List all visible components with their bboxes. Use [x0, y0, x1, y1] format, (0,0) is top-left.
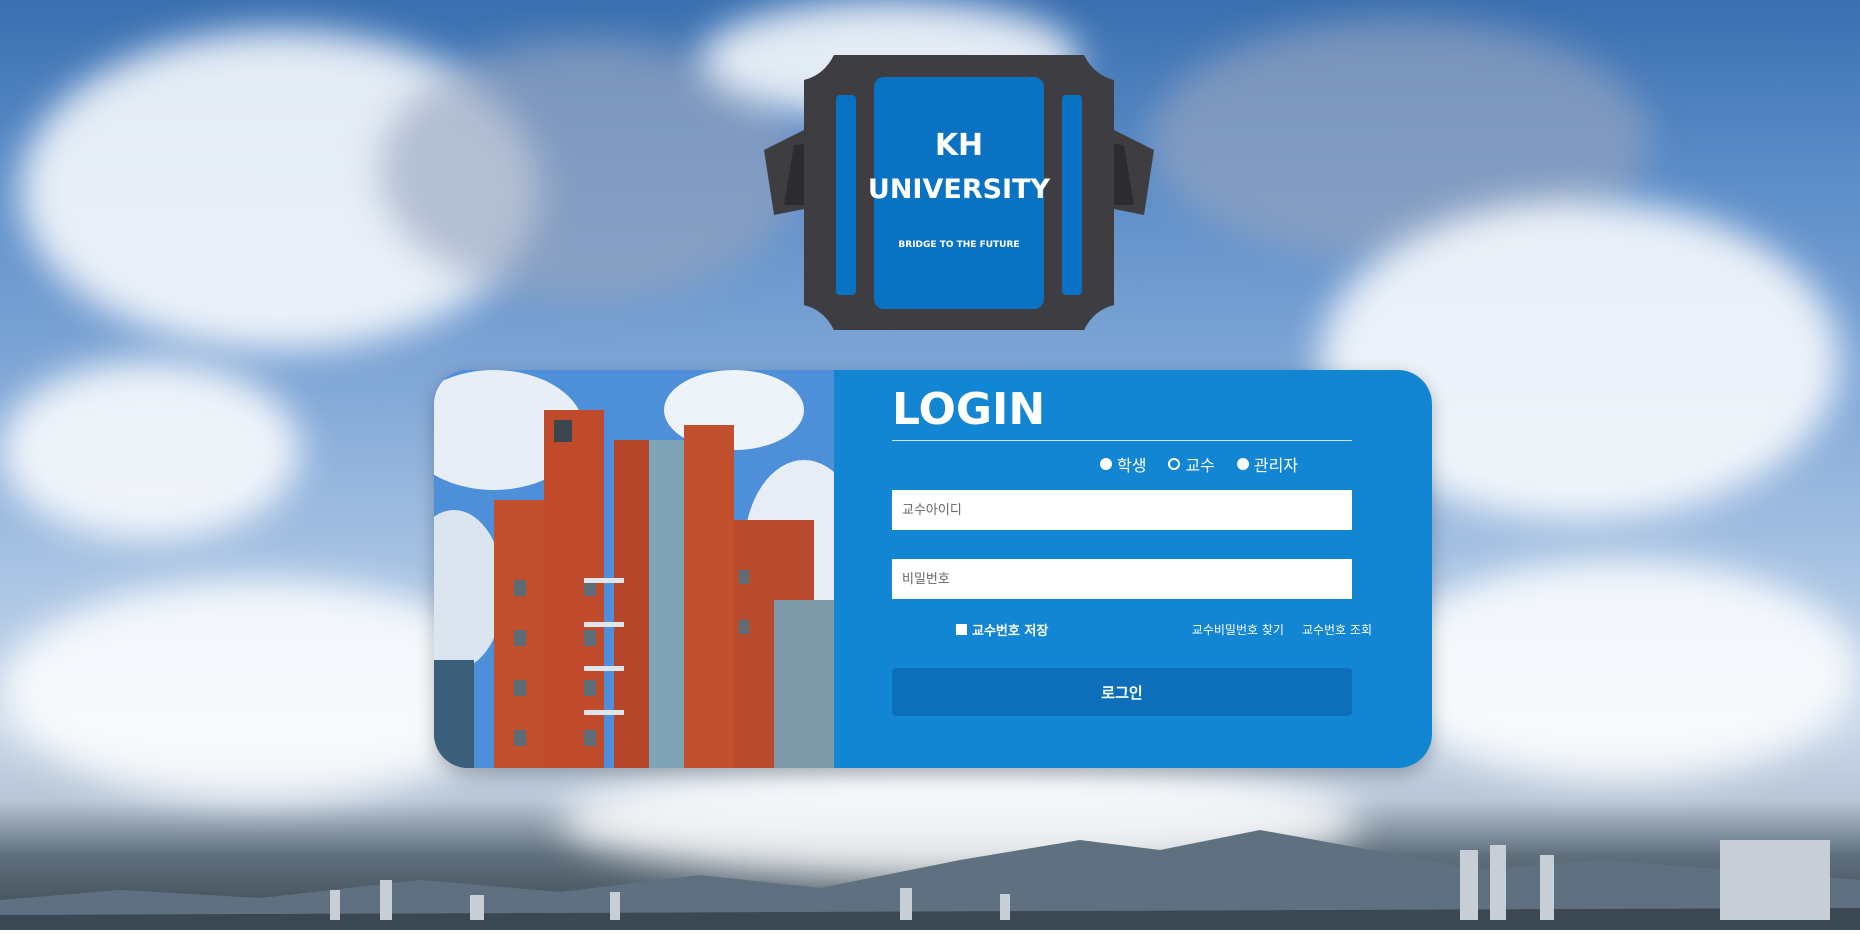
role-selector: 학생 교수 관리자	[1100, 452, 1298, 476]
logo-line2: UNIVERSITY	[868, 174, 1051, 205]
login-title: LOGIN	[892, 384, 1046, 435]
role-label-admin: 관리자	[1253, 456, 1299, 475]
login-card: LOGIN 학생 교수 관리자 교수번호 저장 교수비밀번호 찾기 교수번호	[434, 370, 1432, 768]
account-links: 교수비밀번호 찾기 교수번호 조회	[1192, 621, 1372, 638]
building-image	[434, 370, 834, 768]
save-id-checkbox-option[interactable]: 교수번호 저장	[956, 620, 1048, 639]
role-option-admin[interactable]: 관리자	[1236, 452, 1299, 476]
role-option-professor[interactable]: 교수	[1168, 452, 1215, 476]
cloud	[0, 360, 300, 540]
logo-tagline: BRIDGE TO THE FUTURE	[898, 240, 1019, 250]
title-divider	[892, 440, 1352, 441]
lookup-id-link[interactable]: 교수번호 조회	[1302, 621, 1372, 638]
role-label-professor: 교수	[1185, 456, 1215, 475]
radio-professor[interactable]	[1168, 458, 1181, 470]
campus-building-photo	[434, 370, 834, 768]
login-form-panel: LOGIN 학생 교수 관리자 교수번호 저장 교수비밀번호 찾기 교수번호	[834, 370, 1432, 768]
role-option-student[interactable]: 학생	[1100, 452, 1146, 476]
role-label-student: 학생	[1117, 456, 1147, 475]
professor-id-input[interactable]	[892, 490, 1352, 530]
save-id-label: 교수번호 저장	[972, 624, 1049, 639]
city-skyline	[0, 830, 1860, 930]
page-footer-strip	[0, 930, 1860, 934]
password-input[interactable]	[892, 559, 1352, 599]
logo-line1: KH	[935, 128, 983, 163]
cloud	[1380, 560, 1860, 780]
university-logo: KH UNIVERSITY BRIDGE TO THE FUTURE	[764, 55, 1154, 330]
save-id-checkbox[interactable]	[956, 624, 967, 635]
login-button[interactable]: 로그인	[892, 668, 1352, 716]
radio-student[interactable]	[1100, 458, 1112, 470]
find-password-link[interactable]: 교수비밀번호 찾기	[1192, 621, 1284, 638]
radio-admin[interactable]	[1236, 458, 1249, 470]
